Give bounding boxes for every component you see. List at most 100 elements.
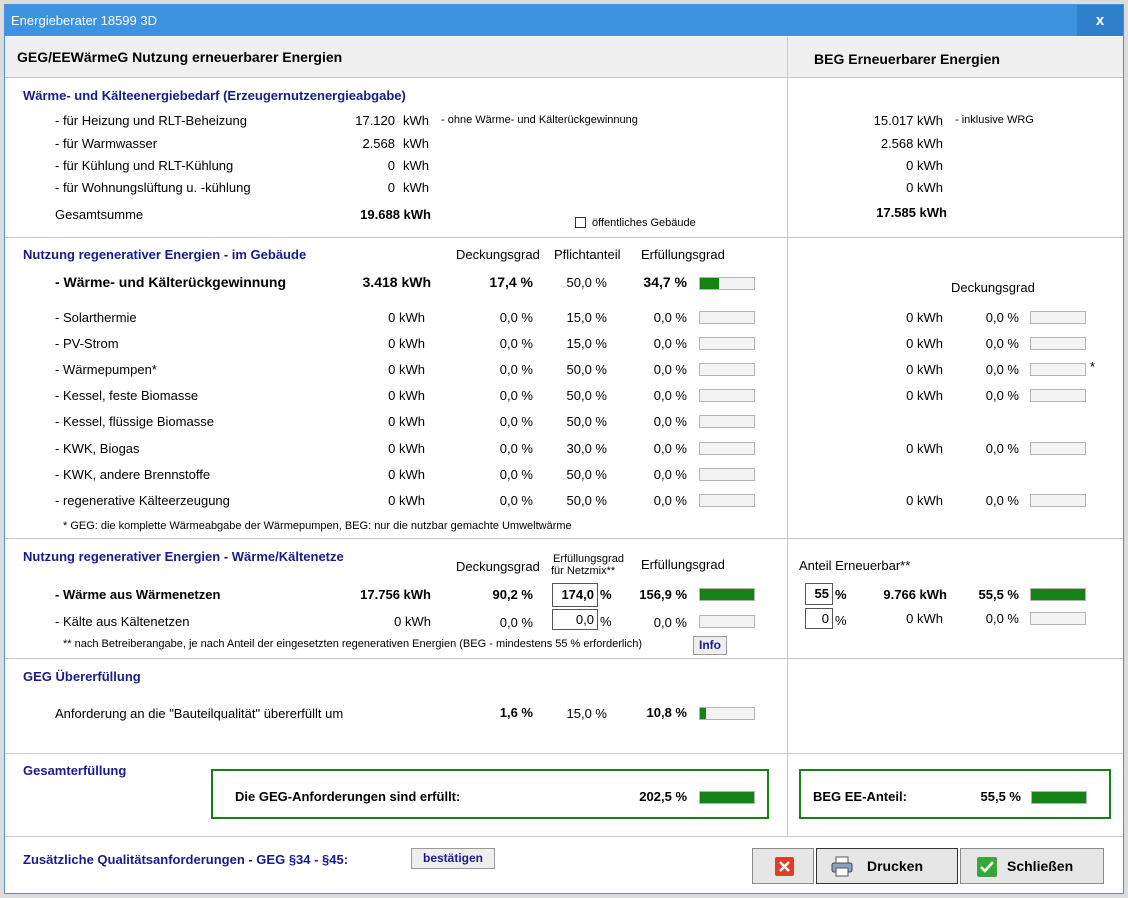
waerme-netz-erfuellung: 156,9 % [639,587,687,602]
section-title-bedarf: Wärme- und Kälteenergiebedarf (Erzeugern… [23,88,406,103]
confirm-button[interactable]: bestätigen [411,848,495,869]
footnote-netze: ** nach Betreiberangabe, je nach Anteil … [63,638,643,650]
gebaeude-row-pflicht: 50,0 % [566,362,607,377]
print-button-label: Drucken [867,858,924,874]
beg-waerme-progress-bar [1030,588,1086,601]
beg-bedarf-row-value: 15.017 kWh [873,113,943,128]
wrg-erfuellungsgrad: 34,7 % [643,274,687,290]
divider [5,77,1123,78]
beg-bedarf-row-value: 2.568 kWh [880,136,943,151]
beg-total-value: 17.585 kWh [876,205,947,220]
beg-gebaeude-row-value: 0 kWh [906,441,943,456]
gebaeude-row-erfuellung: 0,0 % [653,388,687,403]
wrg-label: - Wärme- und Kälterückgewinnung [55,274,287,290]
bauteil-pflicht: 15,0 % [566,706,607,721]
bedarf-row-note: - ohne Wärme- und Kälterückgewinnung [441,114,638,126]
gebaeude-row-value: 0 kWh [388,467,425,482]
waerme-netz-progress-bar [699,588,755,601]
gebaeude-row-deckung: 0,0 % [499,414,533,429]
gebaeude-row-erfuellung: 0,0 % [653,414,687,429]
title-bar: Energieberater 18599 3D x [5,5,1123,36]
beg-star-note: * [1090,359,1096,374]
kaelte-netz-erfuellung: 0,0 % [653,615,687,630]
gebaeude-row-progress-bar [699,442,755,455]
dialog-window: Energieberater 18599 3D x GEG/EEWärmeG N… [4,4,1124,894]
beg-gebaeude-row-progress-bar [1030,442,1086,455]
print-button[interactable]: Drucken [816,848,958,884]
gebaeude-row-value: 0 kWh [388,362,425,377]
beg-gebaeude-row-deckung: 0,0 % [985,441,1019,456]
close-icon[interactable]: x [1077,5,1123,36]
kaelte-netzmix-input[interactable]: 0,0 [552,609,598,630]
divider [5,753,1123,754]
gebaeude-row-pflicht: 30,0 % [566,441,607,456]
gebaeude-row-value: 0 kWh [388,414,425,429]
waerme-netz-value: 17.756 kWh [360,587,431,602]
gebaeude-row-value: 0 kWh [388,441,425,456]
close-button[interactable]: Schließen [960,848,1104,884]
gebaeude-row-label: - KWK, andere Brennstoffe [55,467,211,482]
beg-bedarf-row-note: - inklusive WRG [955,114,1034,126]
beg-gebaeude-row-value: 0 kWh [906,362,943,377]
beg-gebaeude-row-value: 0 kWh [906,310,943,325]
printer-icon [831,856,853,877]
bedarf-row-label: - für Kühlung und RLT-Kühlung [55,158,234,173]
cancel-button[interactable] [752,848,814,884]
bedarf-row-unit: kWh [403,136,429,151]
footnote-waermepumpen: * GEG: die komplette Wärmeabgabe der Wär… [63,520,572,532]
gebaeude-row-pflicht: 15,0 % [566,336,607,351]
beg-waerme-anteil-input[interactable]: 55 [805,583,833,605]
beg-header-title: BEG Erneuerbarer Energien [814,51,1000,67]
geg-header-title: GEG/EEWärmeG Nutzung erneuerbarer Energi… [17,49,343,65]
divider [5,538,1123,539]
beg-waerme-value: 9.766 kWh [883,587,947,602]
beg-kaelte-progress-bar [1030,612,1086,625]
gebaeude-row-label: - Kessel, feste Biomasse [55,388,199,403]
gebaeude-row-deckung: 0,0 % [499,441,533,456]
wrg-progress-bar [699,277,755,290]
col-erfuellungsgrad-netz: Erfüllungsgrad [641,557,725,572]
section-title-gebaeude: Nutzung regenerativer Energien - im Gebä… [23,247,307,262]
bedarf-row-label: - für Warmwasser [55,136,158,151]
beg-waerme-progress-fill [1031,589,1085,600]
beg-kaelte-percent: 0,0 % [985,611,1019,626]
beg-col-deckungsgrad: Deckungsgrad [951,280,1035,295]
bedarf-row-label: - für Wohnungslüftung u. -kühlung [55,180,251,195]
col-deckungsgrad: Deckungsgrad [456,247,540,262]
gebaeude-row-label: - Wärmepumpen* [55,362,157,377]
wrg-progress-fill [700,278,719,289]
section-title-uebererfuellung: GEG Übererfüllung [23,669,141,684]
divider [5,836,1123,837]
beg-gebaeude-row-progress-bar [1030,494,1086,507]
beg-result-box: BEG EE-Anteil: 55,5 % [799,769,1111,819]
waerme-netzmix-input[interactable]: 174,0 [552,583,598,607]
geg-result-label: Die GEG-Anforderungen sind erfüllt: [235,789,461,804]
gebaeude-row-erfuellung: 0,0 % [653,310,687,325]
beg-col-anteil: Anteil Erneuerbar** [799,558,911,573]
info-button[interactable]: Info [693,636,727,655]
gebaeude-row-label: - Solarthermie [55,310,137,325]
geg-result-progress-bar [699,791,755,804]
beg-kaelte-anteil-input[interactable]: 0 [805,608,833,629]
beg-gebaeude-row-deckung: 0,0 % [985,336,1019,351]
bedarf-row-value: 2.568 [362,136,395,151]
section-title-gesamterfuellung: Gesamterfüllung [23,763,127,778]
gebaeude-row-value: 0 kWh [388,388,425,403]
bauteil-progress-fill [700,708,706,719]
bauteil-label: Anforderung an die "Bauteilqualität" übe… [55,706,344,721]
beg-gebaeude-row-deckung: 0,0 % [985,362,1019,377]
gebaeude-row-deckung: 0,0 % [499,388,533,403]
section-title-netze: Nutzung regenerativer Energien - Wärme/K… [23,549,344,564]
gebaeude-row-progress-bar [699,363,755,376]
col-erf-netzmix-2: für Netzmix** [551,565,616,577]
gebaeude-row-deckung: 0,0 % [499,467,533,482]
bedarf-row-unit: kWh [403,158,429,173]
public-building-label: öffentliches Gebäude [592,217,696,229]
gebaeude-row-progress-bar [699,311,755,324]
divider [5,237,1123,238]
geg-result-progress-fill [700,792,754,803]
waerme-netz-progress-fill [700,589,754,600]
gebaeude-row-erfuellung: 0,0 % [653,336,687,351]
public-building-checkbox[interactable] [575,217,586,228]
beg-gebaeude-row-progress-bar [1030,389,1086,402]
